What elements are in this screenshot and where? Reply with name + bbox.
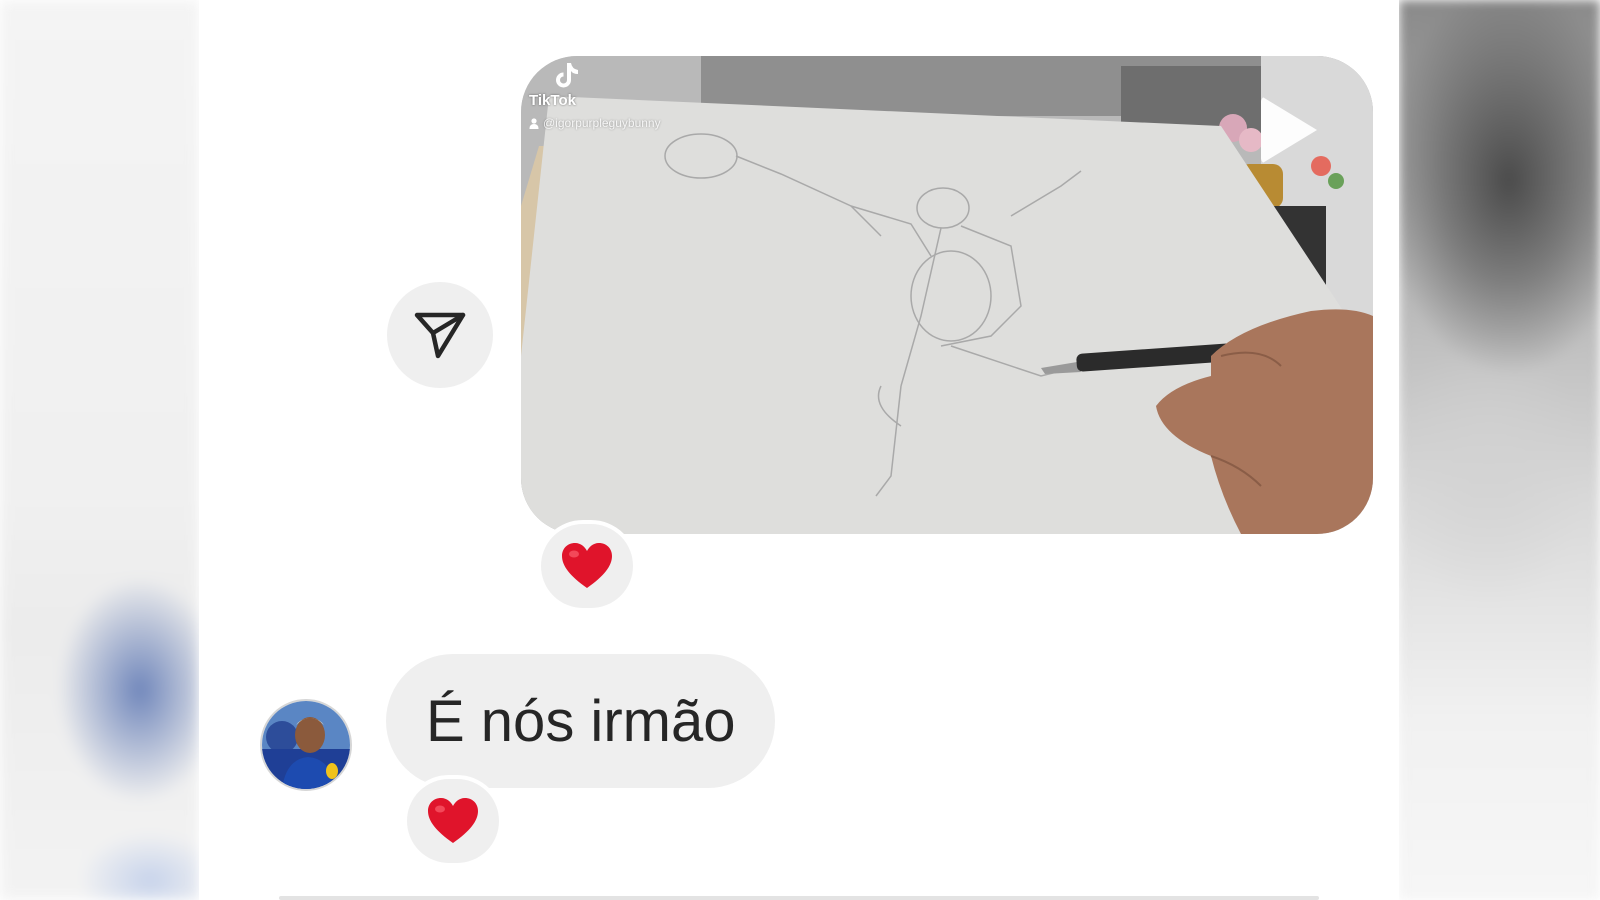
share-button[interactable]: [387, 282, 493, 388]
reaction-heart-video[interactable]: [537, 520, 637, 612]
blurred-background-right: [1399, 0, 1600, 900]
message-bubble[interactable]: É nós irmão: [386, 654, 776, 788]
heart-icon: [562, 543, 612, 588]
heart-icon: [428, 798, 478, 843]
tiktok-brand-label: TikTok: [529, 92, 576, 109]
avatar-image: [262, 701, 350, 789]
reaction-heart-message[interactable]: [403, 775, 503, 867]
tiktok-logo-icon: [556, 63, 578, 88]
user-icon: [529, 117, 539, 129]
chat-thread: TikTok @igorpurpleguybunny É nós irmão: [199, 0, 1399, 900]
tiktok-watermark: TikTok: [529, 60, 581, 109]
tiktok-handle: @igorpurpleguybunny: [529, 116, 661, 130]
sender-avatar[interactable]: [260, 699, 352, 791]
paper-plane-icon: [414, 312, 466, 359]
composer-edge: [279, 896, 1319, 900]
shared-video-card[interactable]: TikTok @igorpurpleguybunny: [521, 56, 1373, 534]
tiktok-handle-text: @igorpurpleguybunny: [543, 116, 661, 130]
message-text: É nós irmão: [426, 688, 736, 754]
play-icon[interactable]: [1261, 96, 1317, 164]
blurred-background-left: [0, 0, 199, 900]
screen: TikTok @igorpurpleguybunny É nós irmão: [0, 0, 1600, 900]
